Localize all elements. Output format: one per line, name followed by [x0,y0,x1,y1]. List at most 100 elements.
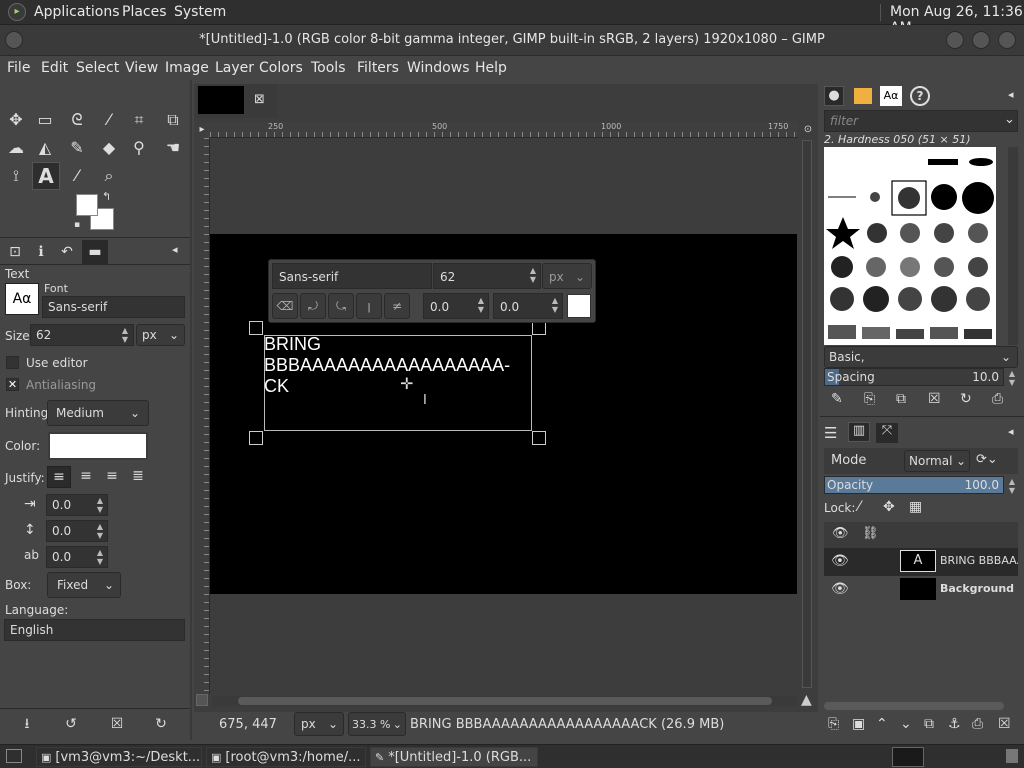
scrollbar-thumb[interactable] [238,697,772,705]
lock-alpha-icon[interactable]: ▦ [909,499,922,515]
anchor-layer-icon[interactable]: ⚓ [948,716,961,732]
save-options-icon[interactable]: ⭳ [14,712,40,736]
channels-tab-icon[interactable]: ▥ [848,422,870,442]
close-button[interactable] [998,31,1016,49]
text-size-spin-icon[interactable]: ▲ ▼ [526,266,540,284]
fonts-tab-icon[interactable]: Aα [880,86,902,106]
tool-options-tab-icon[interactable]: ⊡ [2,240,28,264]
refresh-brushes-icon[interactable]: ↻ [960,391,972,407]
smudge-tool-icon[interactable]: ☚ [160,136,186,160]
use-editor-checkbox[interactable] [6,356,19,369]
underline-icon[interactable]: ꞁ [356,293,382,319]
delete-brush-icon[interactable]: ☒ [928,391,941,407]
warp-tool-icon[interactable]: ☁ [3,136,29,160]
brush-scrollbar[interactable] [1008,147,1018,345]
horizontal-scrollbar[interactable] [212,696,798,706]
resize-handle[interactable] [532,321,546,335]
move-tool-icon[interactable]: ✥ [3,108,29,132]
layers-scrollbar[interactable] [824,702,1004,710]
bold-icon[interactable]: ⤾ [300,293,326,319]
edit-brush-icon[interactable]: ✎ [831,391,843,407]
navigate-icon[interactable]: ▲ [801,692,812,708]
tab-menu-icon[interactable]: ◂ [172,243,178,256]
quick-mask-corner-icon[interactable]: ▸ [194,122,210,138]
menu-image[interactable]: Image [165,60,209,76]
color-picker-tool-icon[interactable]: ⁄ [64,164,90,188]
brush-preset-select[interactable]: Basic, ⌄ [824,346,1018,368]
size-spin-icon[interactable]: ▲ ▼ [118,326,132,344]
resize-handle[interactable] [249,321,263,335]
dock-menu-icon[interactable]: ◂ [1008,88,1014,101]
close-image-tab-icon[interactable]: ⊠ [254,92,265,107]
layer-name[interactable]: Background [940,582,1014,595]
resize-handle[interactable] [249,431,263,445]
lock-pixels-icon[interactable]: ⁄ [858,499,860,515]
mode-reset-icon[interactable]: ⟳⌄ [976,452,998,467]
opacity-slider[interactable]: Opacity 100.0 [824,476,1004,494]
text-tool-icon[interactable]: A [32,162,60,190]
raise-layer-icon[interactable]: ⌃ [876,716,888,732]
menu-colors[interactable]: Colors [259,60,303,76]
layer-row[interactable]: 👁 Background [824,576,1018,604]
layer-name[interactable]: BRING BBBAAA [940,554,1018,567]
box-select[interactable]: Fixed ⌄ [47,572,121,598]
justify-fill-icon[interactable]: ≣ [126,466,150,488]
layer-row[interactable]: 👁 A BRING BBBAAA [824,548,1018,576]
brushes-tab-icon[interactable]: ● [824,86,844,106]
kerning-spin-icon[interactable]: ▲ ▼ [548,296,562,314]
spacing-slider[interactable]: Spacing 10.0 [824,368,1004,386]
default-colors-icon[interactable]: ▪ [74,220,80,230]
crop-tool-icon[interactable]: ⌗ [126,108,152,132]
text-font-field[interactable]: Sans-serif [272,263,432,289]
minimize-button[interactable] [946,31,964,49]
layers-tab-icon[interactable]: ☰ [824,424,837,442]
font-preview-icon[interactable]: Aα [5,283,39,315]
text-unit-select[interactable]: px ⌄ [542,263,592,289]
language-input[interactable]: English [4,619,185,641]
justify-center-icon[interactable]: ≡ [100,466,124,488]
window-titlebar[interactable]: *[Untitled]-1.0 (RGB color 8-bit gamma i… [0,25,1024,56]
eye-icon[interactable]: 👁 [831,553,849,569]
paintbrush-tool-icon[interactable]: ✎ [64,136,90,160]
duplicate-layer-icon[interactable]: ⧉ [924,716,934,732]
quickmask-toggle-icon[interactable] [196,694,208,706]
text-box-frame[interactable] [264,335,532,431]
system-menu[interactable]: System [174,4,226,20]
help-tab-icon[interactable]: ? [910,86,930,106]
justify-left-icon[interactable]: ≡ [47,466,71,488]
applications-menu[interactable]: Applications [34,4,120,20]
line-spacing-spin-icon[interactable]: ▲ ▼ [93,522,107,540]
undo-history-tab-icon[interactable]: ↶ [54,240,80,264]
taskbar-item-terminal-2[interactable]: ▣ [root@vm3:/home/... [206,747,366,767]
reset-options-icon[interactable]: ↻ [148,712,174,736]
vertical-ruler[interactable] [194,138,210,694]
duplicate-brush-icon[interactable]: ⧉ [896,391,906,407]
paths-tool-icon[interactable]: ⟟ [3,164,29,188]
mask-layer-icon[interactable]: ⎙ [972,716,983,732]
lock-position-icon[interactable]: ✥ [883,499,895,515]
image-tab[interactable]: ⊠ [196,84,278,118]
strikethrough-icon[interactable]: ≠ [384,293,410,319]
foreground-color-swatch[interactable] [76,194,98,216]
brush-grid[interactable] [824,147,996,345]
menu-help[interactable]: Help [475,60,507,76]
new-brush-icon[interactable]: ⎘ [864,391,875,407]
unified-transform-tool-icon[interactable]: ⧉ [160,108,186,132]
menu-edit[interactable]: Edit [41,60,68,76]
rect-select-tool-icon[interactable]: ▭ [32,108,58,132]
open-brush-as-image-icon[interactable]: ⎙ [992,391,1003,407]
lower-layer-icon[interactable]: ⌄ [900,716,912,732]
clear-style-icon[interactable]: ⌫ [272,293,298,319]
italic-icon[interactable]: ⤿ [328,293,354,319]
resize-handle[interactable] [532,431,546,445]
patterns-tab-icon[interactable] [854,88,872,104]
menu-select[interactable]: Select [76,60,119,76]
eraser-tool-icon[interactable]: ◆ [96,136,122,160]
paths-tab-icon[interactable]: ⤧ [876,423,898,443]
baseline-spin-icon[interactable]: ▲ ▼ [474,296,488,314]
zoom-lock-icon[interactable]: ⊙ [800,122,816,138]
delete-options-icon[interactable]: ☒ [104,712,130,736]
chevron-down-icon[interactable]: ⌄ [1004,112,1015,127]
workspace-switcher[interactable] [892,747,924,767]
text-color-swatch[interactable] [567,294,591,318]
